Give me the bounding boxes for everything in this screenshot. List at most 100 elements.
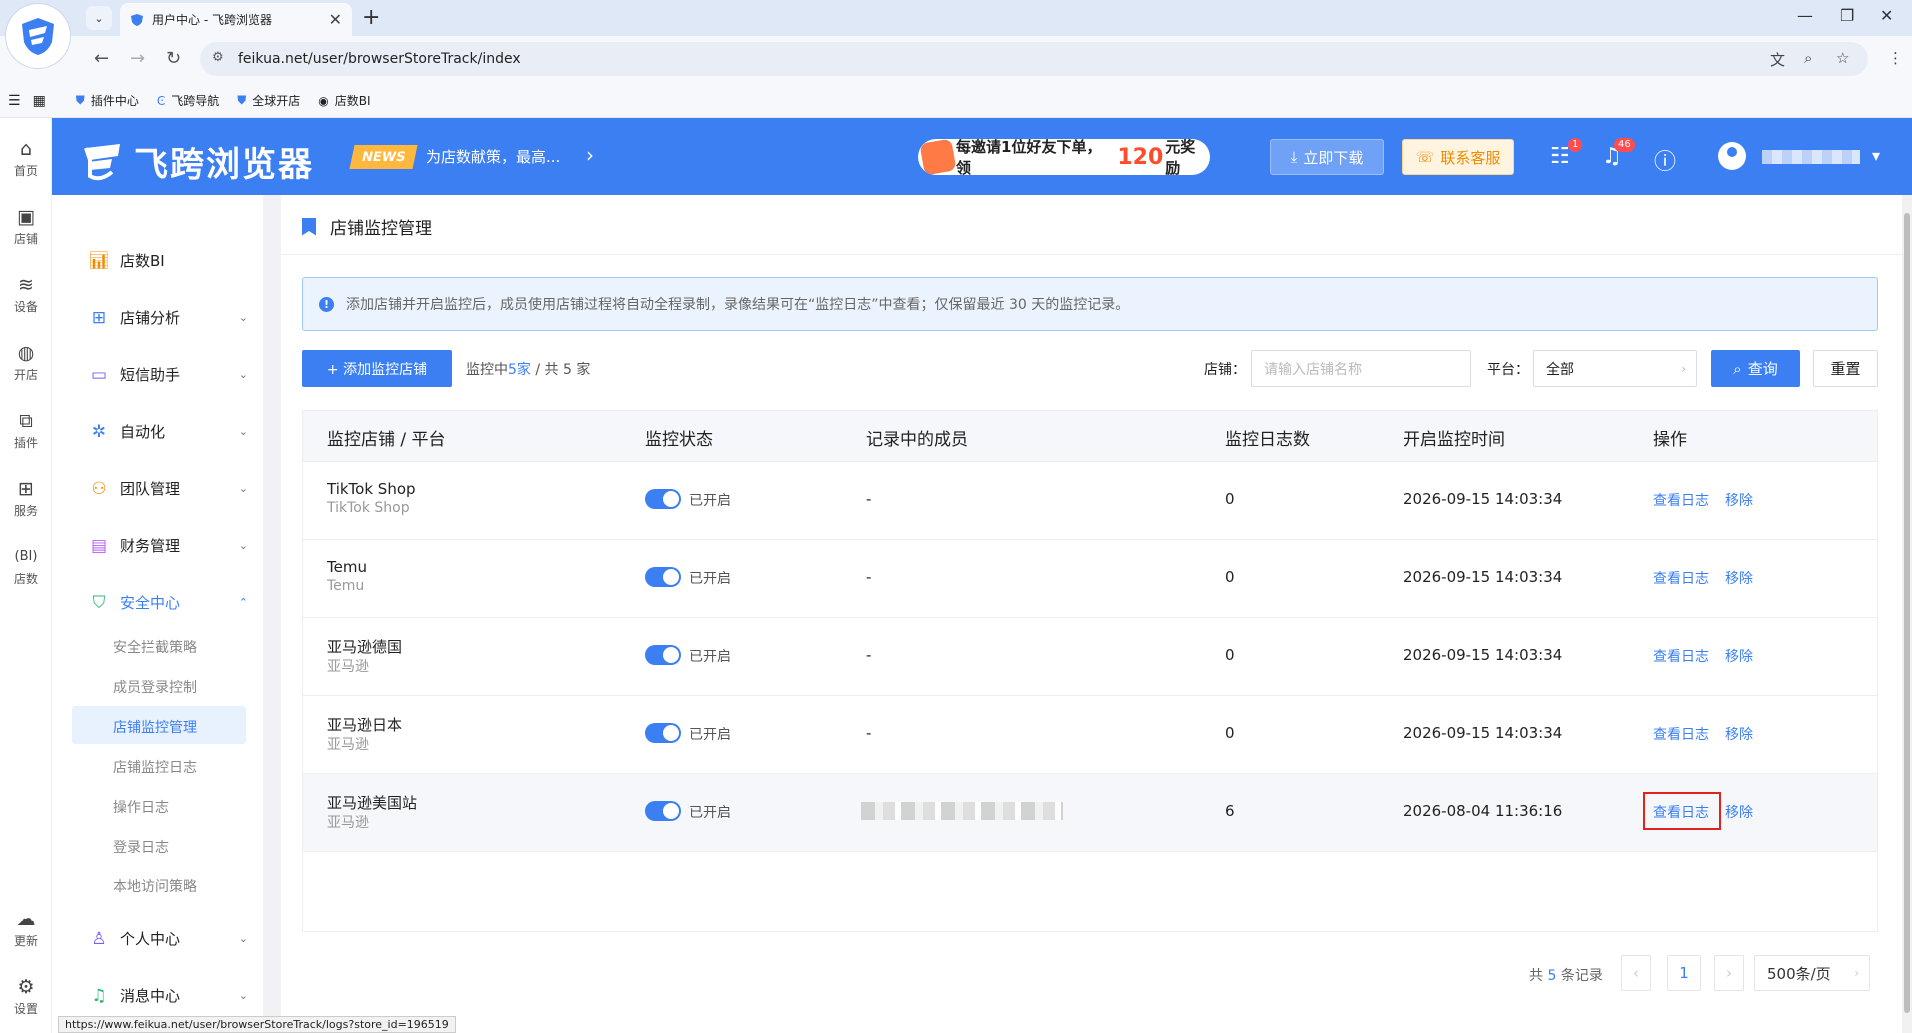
app-logo[interactable]: 飞跨浏览器: [82, 137, 314, 186]
submenu-local-access[interactable]: 本地访问策略: [113, 876, 197, 896]
next-page-button[interactable]: ›: [1714, 955, 1744, 991]
minimize-button[interactable]: —: [1797, 6, 1813, 25]
menu-item-team[interactable]: ⚇ 团队管理 ⌄: [88, 478, 248, 499]
bookmark-item[interactable]: Ͼ 飞跨导航: [157, 92, 219, 109]
query-button[interactable]: ⌕ 查询: [1711, 350, 1800, 387]
reload-icon[interactable]: ↻: [166, 48, 181, 69]
back-icon[interactable]: ←: [94, 48, 109, 69]
site-info-icon[interactable]: ⚙: [212, 50, 224, 65]
menu-item-automation[interactable]: ✲ 自动化 ⌄: [88, 421, 248, 442]
menu-item-personal[interactable]: ♙ 个人中心 ⌄: [88, 928, 248, 949]
monitor-toggle[interactable]: [645, 489, 681, 509]
submenu-store-monitor-log[interactable]: 店铺监控日志: [113, 757, 197, 777]
table-header: 监控店铺 / 平台 监控状态 记录中的成员 监控日志数 开启监控时间 操作: [303, 411, 1877, 462]
view-log-link[interactable]: 查看日志: [1653, 802, 1709, 822]
platform-select[interactable]: 全部 ›: [1533, 350, 1697, 387]
submenu-security-block[interactable]: 安全拦截策略: [113, 637, 197, 657]
chevron-up-icon: ⌃: [238, 596, 248, 609]
apps-icon[interactable]: ▦: [33, 93, 46, 109]
store-platform: TikTok Shop: [327, 500, 410, 516]
zoom-icon[interactable]: ⌕: [1804, 49, 1812, 67]
scrollbar-thumb[interactable]: [1904, 213, 1910, 1013]
prev-page-button[interactable]: ‹: [1621, 955, 1651, 991]
submenu-store-monitor[interactable]: 店铺监控管理: [113, 717, 197, 737]
page-size-select[interactable]: 500条/页 ›: [1754, 955, 1870, 991]
browser-logo-icon[interactable]: [6, 4, 70, 68]
restore-button[interactable]: ❐: [1840, 6, 1854, 25]
sidebar-home[interactable]: ⌂ 首页: [0, 138, 52, 179]
forward-icon[interactable]: →: [130, 48, 145, 69]
caret-down-icon[interactable]: ▾: [1872, 146, 1880, 165]
view-log-link[interactable]: 查看日志: [1653, 490, 1709, 510]
remove-link[interactable]: 移除: [1725, 568, 1753, 588]
menu-item-bi[interactable]: 📊︎ 店数BI: [88, 250, 248, 271]
news-badge[interactable]: NEWS: [349, 145, 419, 169]
sidebar-bi[interactable]: (BI) 店数: [0, 546, 52, 587]
sidebar-settings[interactable]: ⚙ 设置: [0, 976, 52, 1017]
start-time: 2026-09-15 14:03:34: [1403, 646, 1563, 664]
monitor-toggle[interactable]: [645, 567, 681, 587]
monitor-toggle[interactable]: [645, 723, 681, 743]
sidebar-open-store[interactable]: ◍ 开店: [0, 342, 52, 383]
submenu-login-control[interactable]: 成员登录控制: [113, 677, 197, 697]
divider: [281, 254, 1902, 255]
pager-total: 共 5 条记录: [1529, 968, 1603, 984]
sidebar-update[interactable]: ☁ 更新: [0, 908, 52, 949]
store-search-input[interactable]: 请输入店铺名称: [1251, 350, 1471, 387]
new-tab-button[interactable]: +: [362, 5, 380, 30]
headset-icon: ☏: [1415, 148, 1435, 166]
store-platform: 亚马逊: [327, 815, 369, 831]
menu-item-sms[interactable]: ▭ 短信助手 ⌄: [88, 364, 248, 385]
bookmark-item[interactable]: ⛊ 全球开店: [237, 92, 300, 109]
view-log-link[interactable]: 查看日志: [1653, 568, 1709, 588]
reset-button[interactable]: 重置: [1813, 350, 1878, 387]
sidebar-service[interactable]: ⊞ 服务: [0, 478, 52, 519]
bookmark-item[interactable]: ⛊ 插件中心: [76, 92, 139, 109]
news-text[interactable]: 为店数献策，最高...: [426, 146, 560, 167]
sidebar-store[interactable]: ▣ 店铺: [0, 206, 52, 247]
remove-link[interactable]: 移除: [1725, 724, 1753, 744]
remove-link[interactable]: 移除: [1725, 646, 1753, 666]
close-window-button[interactable]: ✕: [1880, 6, 1893, 25]
submenu-operation-log[interactable]: 操作日志: [113, 797, 169, 817]
more-menu-icon[interactable]: ⋮: [1888, 49, 1903, 67]
monitor-toggle[interactable]: [645, 801, 681, 821]
close-tab-icon[interactable]: ✕: [329, 10, 342, 29]
browser-tab-active[interactable]: 用户中心 - 飞跨浏览器 ✕: [120, 3, 352, 36]
log-count: 0: [1225, 568, 1235, 586]
chevron-down-icon: ⌄: [238, 932, 248, 945]
submenu-login-log[interactable]: 登录日志: [113, 837, 169, 857]
remove-link[interactable]: 移除: [1725, 802, 1753, 822]
customer-service-button[interactable]: ☏ 联系客服: [1402, 139, 1514, 175]
bookmark-item[interactable]: ◉ 店数BI: [318, 92, 370, 109]
message-list-icon[interactable]: ☷: [1550, 144, 1570, 169]
chevron-right-icon[interactable]: ›: [586, 143, 594, 167]
user-icon: ♙: [91, 928, 107, 949]
menu-item-finance[interactable]: ▤ 财务管理 ⌄: [88, 535, 248, 556]
menu-item-message[interactable]: ♫ 消息中心 ⌄: [88, 985, 248, 1006]
remove-link[interactable]: 移除: [1725, 490, 1753, 510]
user-name-blurred[interactable]: [1762, 150, 1860, 164]
col-actions: 操作: [1653, 430, 1687, 450]
sidebar-plugin[interactable]: ⧉ 插件: [0, 410, 52, 451]
help-icon[interactable]: ⓘ: [1654, 144, 1676, 176]
sidebar-toggle-icon[interactable]: ☰: [8, 93, 21, 109]
avatar[interactable]: [1718, 142, 1746, 170]
tab-list-button[interactable]: ⌄: [86, 6, 112, 30]
view-log-link[interactable]: 查看日志: [1653, 724, 1709, 744]
download-button[interactable]: ⤓ 立即下载: [1270, 139, 1384, 175]
sidebar-device[interactable]: ≋ 设备: [0, 274, 52, 315]
grid-icon: ⊞: [91, 307, 107, 328]
bookmark-star-icon[interactable]: ☆: [1836, 49, 1849, 67]
menu-item-security[interactable]: ⛉ 安全中心 ⌃: [88, 592, 248, 613]
view-log-link[interactable]: 查看日志: [1653, 646, 1709, 666]
invite-banner[interactable]: 每邀请1位好友下单，领 120 元奖励: [918, 138, 1210, 177]
feikua-favicon-icon: [131, 13, 143, 26]
page-number-button[interactable]: 1: [1667, 955, 1701, 991]
translate-icon[interactable]: 文: [1770, 49, 1785, 70]
menu-item-store-analysis[interactable]: ⊞ 店铺分析 ⌄: [88, 307, 248, 328]
add-monitor-store-button[interactable]: + 添加监控店铺: [302, 350, 452, 387]
url-input[interactable]: ⚙ feikua.net/user/browserStoreTrack/inde…: [200, 42, 1868, 76]
col-start-time: 开启监控时间: [1403, 430, 1505, 450]
monitor-toggle[interactable]: [645, 645, 681, 665]
